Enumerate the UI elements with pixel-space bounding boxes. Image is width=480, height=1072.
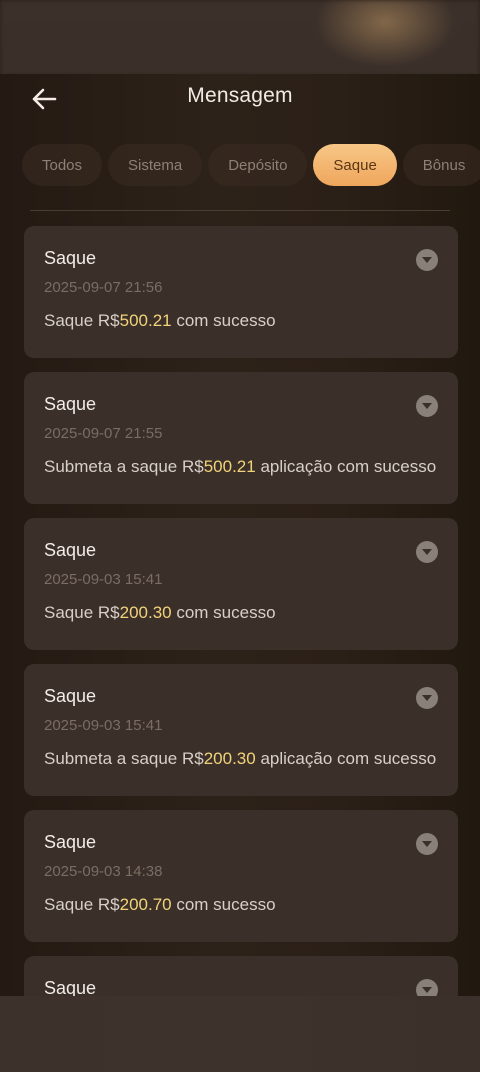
message-suffix: com sucesso [171, 603, 276, 622]
expand-button[interactable] [416, 541, 438, 563]
message-text: Submeta a saque R$200.30 aplicação com s… [44, 747, 438, 771]
message-date: 2025-09-07 21:56 [44, 279, 163, 296]
message-date: 2025-09-03 15:41 [44, 571, 163, 588]
page-title: Mensagem [187, 84, 293, 107]
message-suffix: com sucesso [171, 311, 276, 330]
message-title: Saque [44, 394, 97, 414]
message-text: Saque R$200.30 com sucesso [44, 601, 438, 625]
message-text: Saque R$500.21 com sucesso [44, 309, 438, 333]
message-card[interactable]: Saque 2025-09-03 15:41 Saque R$200.30 co… [24, 518, 458, 650]
message-title: Saque [44, 832, 97, 852]
message-amount: 200.30 [203, 749, 256, 768]
message-suffix: aplicação com sucesso [255, 749, 437, 768]
expand-button[interactable] [416, 833, 438, 855]
tab-saque[interactable]: Saque [313, 144, 397, 186]
tab-bonus[interactable]: Bônus [402, 144, 480, 186]
tab-deposito[interactable]: Depósito [208, 144, 308, 186]
header: Mensagem [0, 74, 480, 122]
message-card[interactable]: Saque [24, 956, 458, 998]
message-suffix: aplicação com sucesso [255, 457, 437, 476]
message-title: Saque [44, 248, 97, 268]
message-prefix: Saque R$ [44, 895, 120, 914]
chevron-down-icon [422, 549, 432, 555]
message-amount: 500.21 [203, 457, 256, 476]
message-date: 2025-09-03 14:38 [44, 863, 163, 880]
blurred-top-area [0, 0, 480, 76]
message-prefix: Saque R$ [44, 311, 120, 330]
expand-button[interactable] [416, 687, 438, 709]
message-title: Saque [44, 978, 97, 998]
message-date: 2025-09-07 21:55 [44, 425, 163, 442]
message-card[interactable]: Saque 2025-09-03 15:41 Submeta a saque R… [24, 664, 458, 796]
message-amount: 500.21 [119, 311, 172, 330]
message-list: Saque 2025-09-07 21:56 Saque R$500.21 co… [24, 226, 458, 998]
message-prefix: Submeta a saque R$ [44, 457, 204, 476]
message-card[interactable]: Saque 2025-09-07 21:55 Submeta a saque R… [24, 372, 458, 504]
message-amount: 200.30 [119, 603, 172, 622]
tab-todos[interactable]: Todos [22, 144, 103, 186]
message-prefix: Submeta a saque R$ [44, 749, 204, 768]
message-prefix: Saque R$ [44, 603, 120, 622]
message-text: Saque R$200.70 com sucesso [44, 893, 438, 917]
message-card[interactable]: Saque 2025-09-07 21:56 Saque R$500.21 co… [24, 226, 458, 358]
chevron-down-icon [422, 841, 432, 847]
chevron-down-icon [422, 403, 432, 409]
expand-button[interactable] [416, 249, 438, 271]
tab-sistema[interactable]: Sistema [108, 144, 203, 186]
message-screen: Mensagem Todos Sistema Depósito Saque Bô… [0, 74, 480, 998]
message-amount: 200.70 [119, 895, 172, 914]
expand-button[interactable] [416, 395, 438, 417]
chevron-down-icon [422, 695, 432, 701]
divider [30, 210, 450, 211]
message-suffix: com sucesso [171, 895, 276, 914]
message-card[interactable]: Saque 2025-09-03 14:38 Saque R$200.70 co… [24, 810, 458, 942]
chevron-down-icon [422, 987, 432, 993]
message-date: 2025-09-03 15:41 [44, 717, 163, 734]
message-title: Saque [44, 686, 97, 706]
chevron-down-icon [422, 257, 432, 263]
category-tabs: Todos Sistema Depósito Saque Bônus [22, 143, 480, 187]
blurred-bottom-area [0, 996, 480, 1072]
message-text: Submeta a saque R$500.21 aplicação com s… [44, 455, 438, 479]
message-title: Saque [44, 540, 97, 560]
